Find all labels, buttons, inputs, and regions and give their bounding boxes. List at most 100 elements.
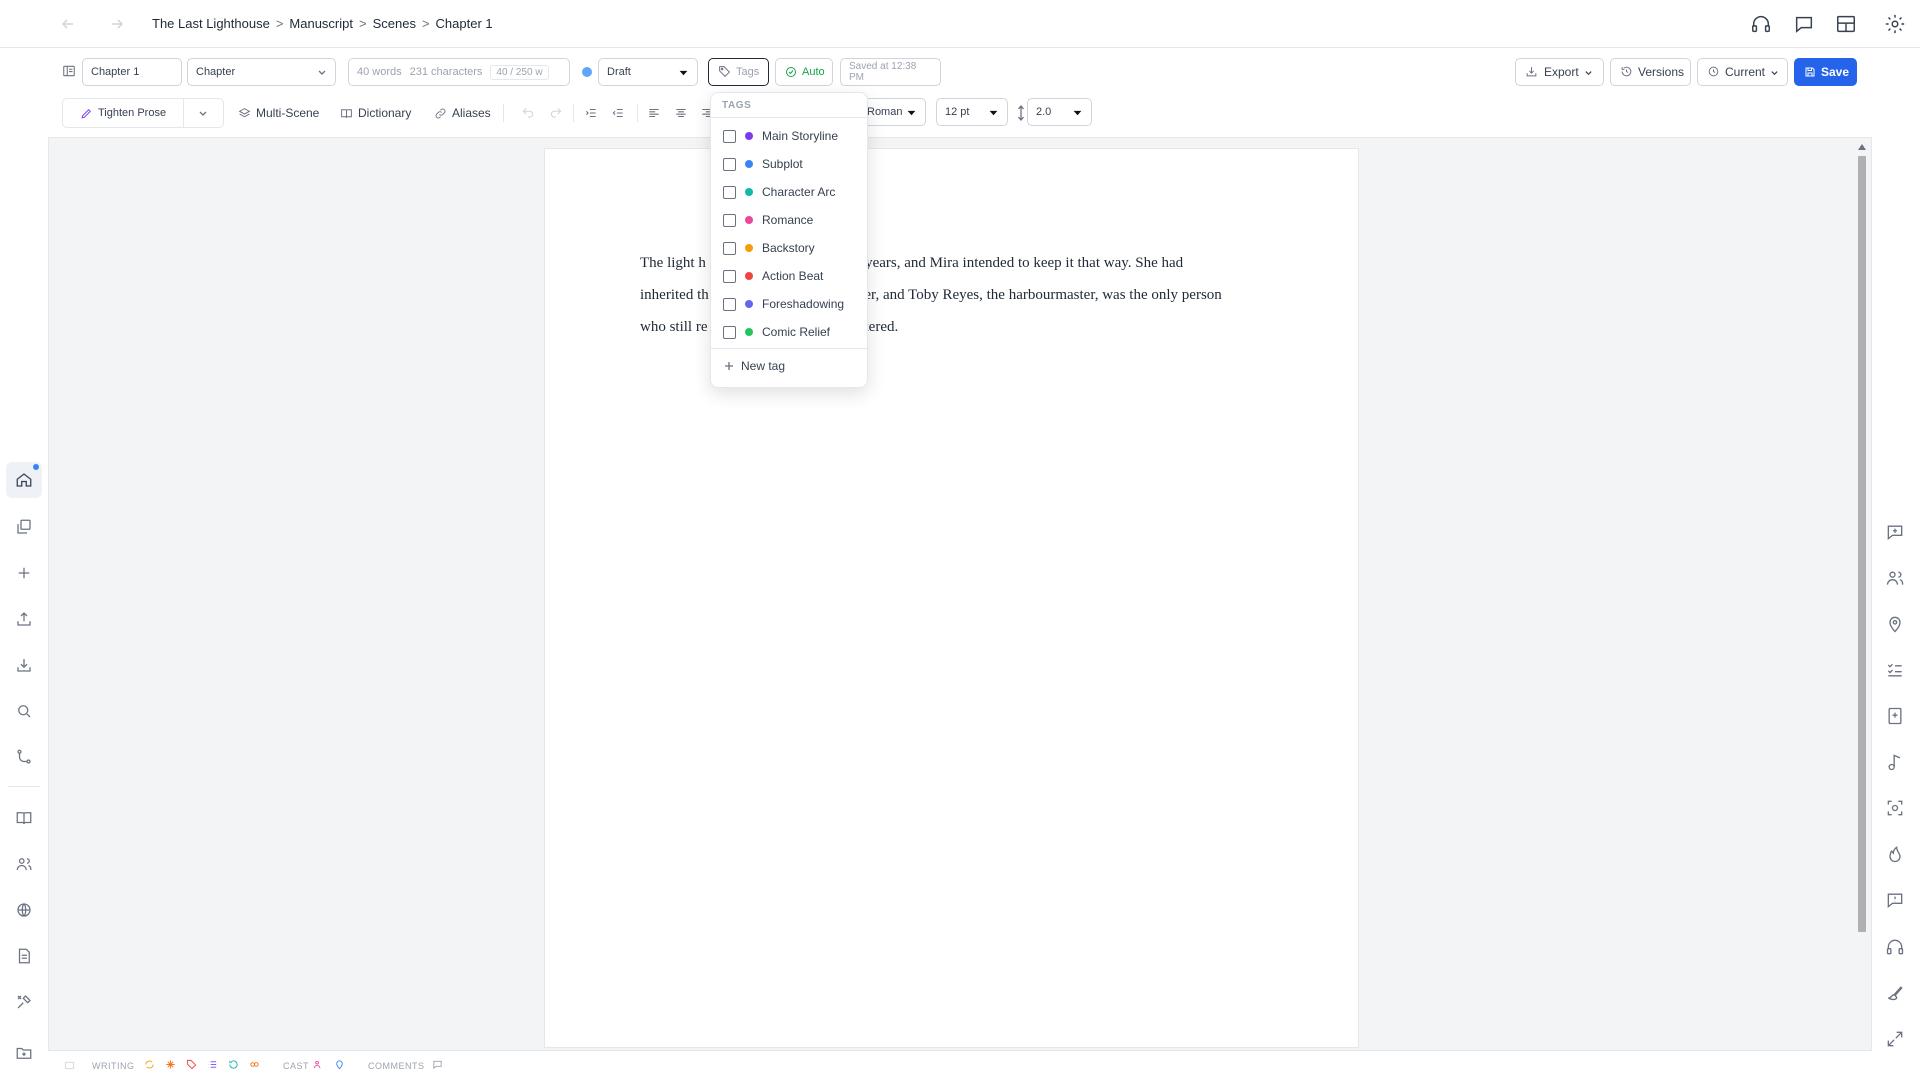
list-icon[interactable] bbox=[207, 1059, 218, 1070]
breadcrumb-separator: > bbox=[358, 16, 367, 31]
tag-option[interactable]: Backstory bbox=[723, 238, 815, 258]
music-note-icon[interactable] bbox=[1885, 752, 1907, 774]
layers-icon bbox=[238, 107, 251, 120]
tag-option[interactable]: Subplot bbox=[723, 154, 803, 174]
tag-option[interactable]: Foreshadowing bbox=[723, 294, 844, 314]
vertical-scrollbar[interactable] bbox=[1855, 140, 1869, 1050]
current-version-select[interactable]: Current bbox=[1697, 58, 1788, 86]
mask-icon[interactable] bbox=[249, 1059, 260, 1070]
tag-checkbox[interactable] bbox=[723, 185, 736, 199]
copy-nav-button[interactable] bbox=[6, 509, 42, 545]
location-pin-icon[interactable] bbox=[1885, 614, 1907, 636]
forward-arrow-icon[interactable] bbox=[107, 14, 127, 34]
multi-scene-button[interactable]: Multi-Scene bbox=[238, 100, 319, 126]
world-nav-button[interactable] bbox=[6, 892, 42, 928]
comment-icon[interactable] bbox=[432, 1059, 443, 1070]
tag-label: Romance bbox=[762, 213, 814, 227]
tag-checkbox[interactable] bbox=[723, 213, 736, 227]
versions-button[interactable]: Versions bbox=[1610, 58, 1691, 86]
scroll-thumb[interactable] bbox=[1858, 156, 1866, 932]
align-center-icon[interactable] bbox=[674, 106, 688, 120]
people-icon[interactable] bbox=[313, 1059, 324, 1070]
headphones-icon[interactable] bbox=[1750, 13, 1772, 35]
tag-color-dot bbox=[745, 328, 753, 336]
tag-checkbox[interactable] bbox=[723, 269, 736, 283]
export-button[interactable]: Export bbox=[1515, 58, 1604, 86]
writing-section-label: WRITING bbox=[92, 1061, 135, 1071]
headphones-icon[interactable] bbox=[1885, 937, 1907, 959]
line-spacing-select[interactable]: 2.0 bbox=[1027, 98, 1092, 126]
status-panel-icon[interactable] bbox=[64, 1060, 75, 1071]
tags-button[interactable]: Tags bbox=[708, 58, 769, 86]
dictionary-button[interactable]: Dictionary bbox=[340, 100, 411, 126]
loop-icon[interactable] bbox=[144, 1059, 155, 1070]
chapter-title-value: Chapter 1 bbox=[91, 66, 140, 78]
tools-nav-button[interactable] bbox=[6, 984, 42, 1020]
expand-icon[interactable] bbox=[1885, 1029, 1907, 1051]
characters-nav-button[interactable] bbox=[6, 846, 42, 882]
aliases-label: Aliases bbox=[452, 106, 491, 120]
back-arrow-icon[interactable] bbox=[58, 14, 78, 34]
aliases-button[interactable]: Aliases bbox=[434, 100, 491, 126]
autosave-toggle[interactable]: Auto bbox=[775, 58, 833, 86]
book-nav-button[interactable] bbox=[6, 800, 42, 836]
outdent-icon[interactable] bbox=[611, 106, 625, 120]
layout-icon[interactable] bbox=[1835, 13, 1857, 35]
tag-checkbox[interactable] bbox=[723, 297, 736, 311]
tag-checkbox[interactable] bbox=[723, 325, 736, 339]
chapter-type-select[interactable]: Chapter bbox=[187, 58, 336, 86]
notes-nav-button[interactable] bbox=[6, 938, 42, 974]
location-pin-icon[interactable] bbox=[334, 1059, 345, 1070]
tag-checkbox[interactable] bbox=[723, 241, 736, 255]
scroll-up-arrow-icon[interactable] bbox=[1858, 144, 1866, 150]
line-spacing-value: 2.0 bbox=[1036, 106, 1052, 118]
search-nav-button[interactable] bbox=[6, 693, 42, 729]
redo-icon[interactable] bbox=[549, 106, 563, 120]
focus-scan-icon[interactable] bbox=[1885, 798, 1907, 820]
status-select[interactable]: Draft bbox=[598, 58, 698, 86]
breadcrumb-item[interactable]: Scenes bbox=[373, 16, 416, 31]
download-nav-button[interactable] bbox=[6, 647, 42, 683]
add-nav-button[interactable] bbox=[6, 555, 42, 591]
chat-icon[interactable] bbox=[1793, 13, 1815, 35]
upload-nav-button[interactable] bbox=[6, 601, 42, 637]
breadcrumb-item[interactable]: The Last Lighthouse bbox=[152, 16, 270, 31]
flame-icon[interactable] bbox=[1885, 844, 1907, 866]
undo-icon[interactable] bbox=[521, 106, 535, 120]
home-nav-button[interactable] bbox=[6, 462, 42, 498]
branch-nav-button[interactable] bbox=[6, 739, 42, 775]
breadcrumb-item[interactable]: Chapter 1 bbox=[436, 16, 493, 31]
versions-label: Versions bbox=[1638, 65, 1685, 79]
tag-option[interactable]: Main Storyline bbox=[723, 126, 838, 146]
tag-checkbox[interactable] bbox=[723, 129, 736, 143]
refresh-icon[interactable] bbox=[228, 1059, 239, 1070]
tag-icon[interactable] bbox=[186, 1059, 197, 1070]
people-icon[interactable] bbox=[1885, 568, 1907, 590]
theme-palette-icon[interactable] bbox=[1885, 983, 1907, 1005]
add-comment-icon[interactable] bbox=[1885, 522, 1907, 544]
font-family-select[interactable]: Roman bbox=[858, 98, 926, 126]
settings-gear-icon[interactable] bbox=[1884, 13, 1906, 35]
save-button[interactable]: Save bbox=[1794, 58, 1857, 86]
tag-option[interactable]: Character Arc bbox=[723, 182, 835, 202]
indent-icon[interactable] bbox=[584, 106, 598, 120]
bookmark-add-icon[interactable] bbox=[1885, 706, 1907, 728]
checklist-icon[interactable] bbox=[1885, 660, 1907, 682]
feedback-icon[interactable] bbox=[1885, 890, 1907, 912]
sparkle-icon[interactable] bbox=[165, 1059, 176, 1070]
chapter-title-input[interactable]: Chapter 1 bbox=[82, 58, 182, 86]
toolbar-divider bbox=[503, 104, 504, 122]
tag-option[interactable]: Action Beat bbox=[723, 266, 823, 286]
align-left-icon[interactable] bbox=[647, 106, 661, 120]
outline-panel-icon[interactable] bbox=[62, 64, 76, 78]
tighten-prose-button[interactable]: Tighten Prose bbox=[80, 100, 166, 126]
tag-option[interactable]: Romance bbox=[723, 210, 813, 230]
tag-option[interactable]: Comic Relief bbox=[723, 322, 830, 342]
breadcrumb-item[interactable]: Manuscript bbox=[289, 16, 353, 31]
new-tag-button[interactable]: New tag bbox=[724, 359, 785, 373]
document-page[interactable]: The light h y years, and Mira intended to… bbox=[544, 148, 1359, 1048]
chevron-down-icon[interactable] bbox=[198, 108, 208, 118]
folder-nav-button[interactable] bbox=[6, 1035, 42, 1071]
tag-checkbox[interactable] bbox=[723, 157, 736, 171]
font-size-select[interactable]: 12 pt bbox=[936, 98, 1008, 126]
